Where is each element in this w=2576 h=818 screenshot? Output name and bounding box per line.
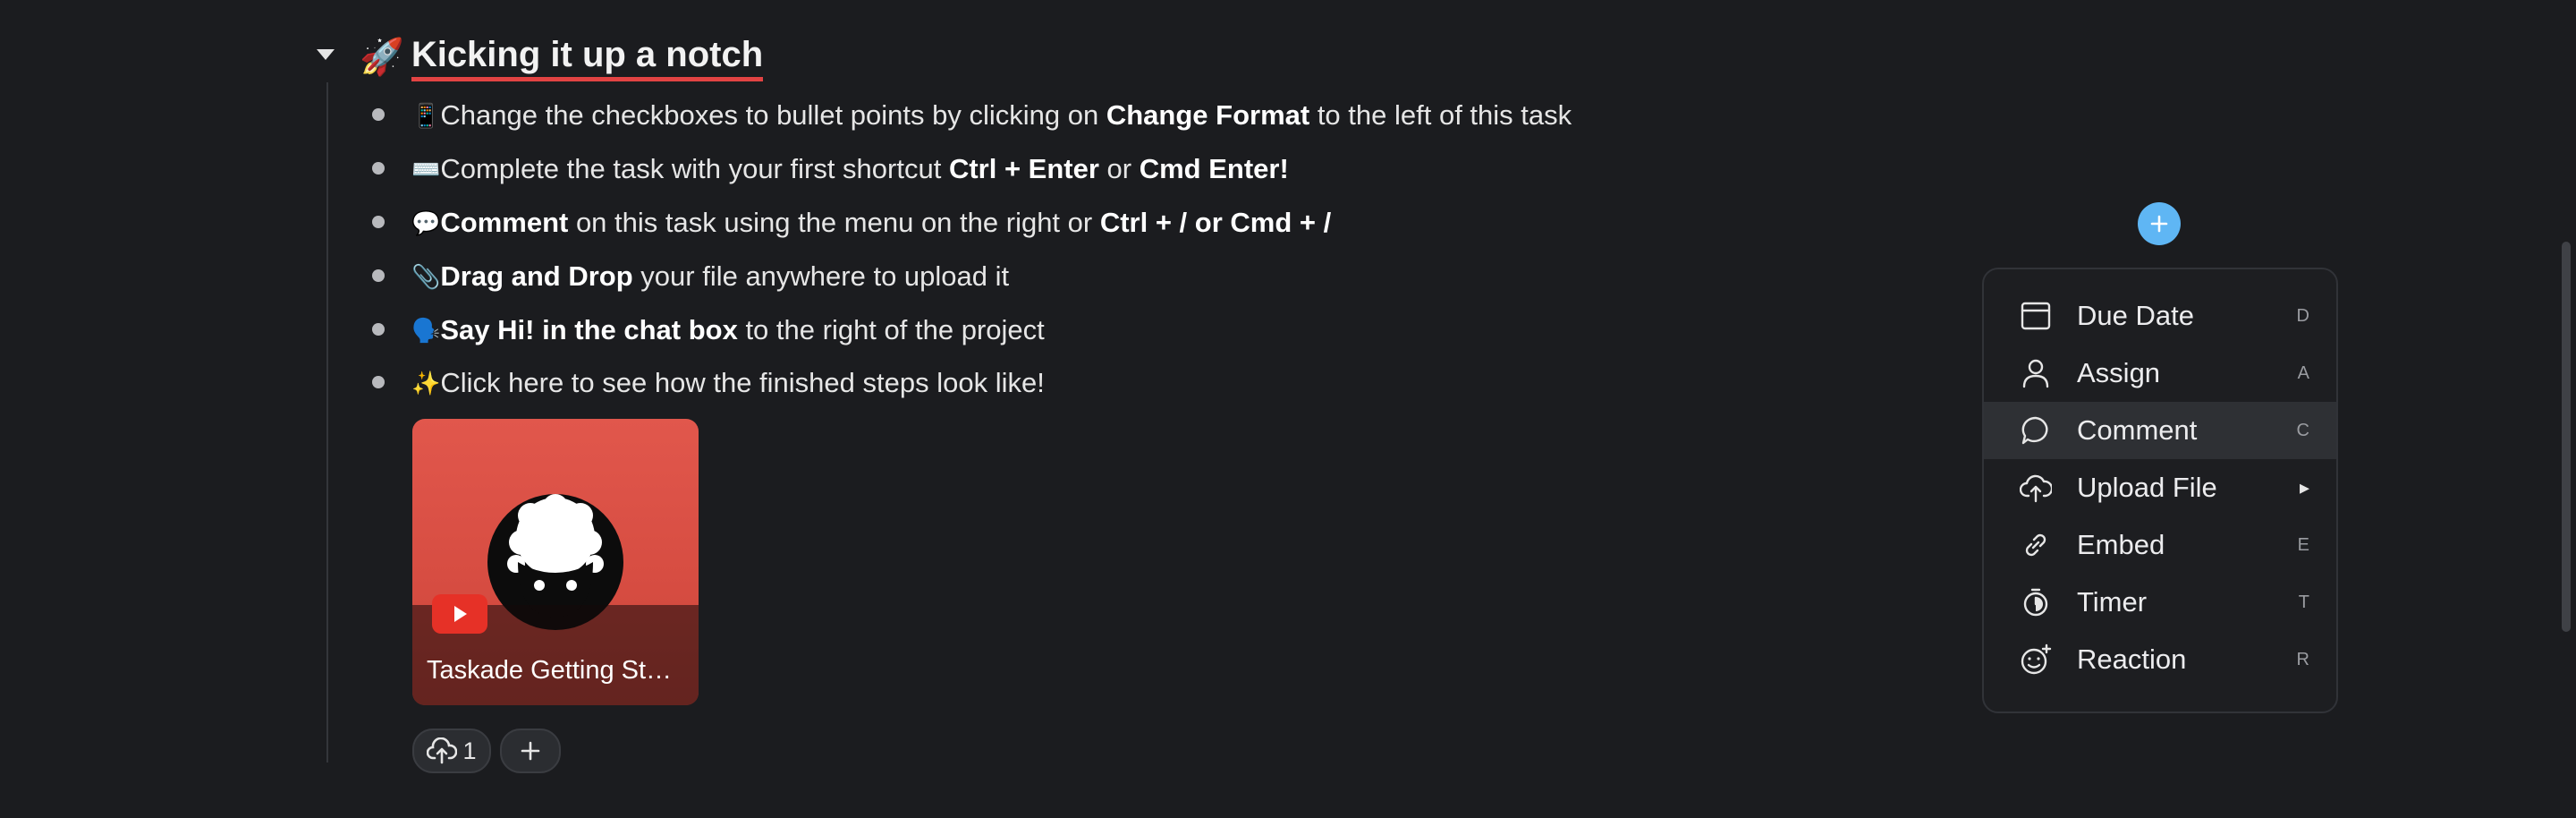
add-button[interactable] [500, 729, 561, 773]
bold-text: Change Format [1106, 99, 1310, 131]
item-emoji: 🗣️ [411, 316, 441, 344]
task-action-menu: Due Date D Assign A Comment C Upload File ▸ Embe… [1982, 268, 2338, 713]
list-item-text[interactable]: 📱 Change the checkboxes to bullet points … [411, 95, 1572, 136]
user-icon [2022, 359, 2049, 388]
upload-count: 1 [462, 737, 477, 764]
menu-item-shortcut: C [2296, 420, 2309, 440]
list-item[interactable]: 📎 Drag and Drop your file anywhere to upl… [0, 256, 1789, 297]
menu-item-comment[interactable]: Comment C [1984, 402, 2336, 459]
list-item-text[interactable]: ⌨️ Complete the task with your first shor… [411, 149, 1289, 190]
menu-item-due-date[interactable]: Due Date D [1984, 287, 2336, 345]
link-icon [2025, 533, 2046, 557]
timer-icon [2023, 588, 2048, 617]
menu-item-shortcut: E [2297, 534, 2309, 555]
menu-item-label: Comment [2077, 414, 2198, 446]
section-heading[interactable]: 🚀 Kicking it up a notch [360, 32, 764, 82]
list-item-text[interactable]: 💬 Comment on this task using the menu on … [411, 202, 1331, 243]
item-emoji: 💬 [411, 209, 441, 236]
item-emoji: ✨ [411, 369, 441, 396]
list-item[interactable]: 📱 Change the checkboxes to bullet points … [0, 95, 1789, 136]
menu-item-reaction[interactable]: Reaction R [1984, 631, 2336, 688]
video-embed-card[interactable]: Taskade Getting St… [412, 419, 699, 705]
list-item-text[interactable]: 🗣️ Say Hi! in the chat box to the right o… [411, 310, 1045, 351]
comment-icon [2021, 416, 2048, 445]
text-segment: Click here to see how the finished steps… [440, 367, 1045, 398]
bold-text: Comment [440, 207, 569, 238]
bullet-dot[interactable] [372, 269, 385, 282]
menu-item-shortcut: ▸ [2299, 476, 2309, 498]
list-item[interactable]: 💬 Comment on this task using the menu on … [0, 202, 1789, 243]
plus-icon [521, 741, 540, 761]
menu-item-label: Embed [2077, 529, 2165, 560]
menu-item-shortcut: D [2296, 305, 2309, 326]
list-item[interactable]: ⌨️ Complete the task with your first shor… [0, 149, 1789, 190]
list-item-text[interactable]: ✨ Click here to see how the finished step… [411, 362, 1045, 404]
text-segment: Complete the task with your first shortc… [440, 153, 949, 184]
bullet-dot[interactable] [372, 108, 385, 121]
menu-item-label: Assign [2077, 357, 2161, 388]
cloud-upload-icon [427, 737, 458, 764]
plus-icon [2150, 215, 2168, 233]
smile-plus-icon [2021, 643, 2052, 675]
menu-item-embed[interactable]: Embed E [1984, 516, 2336, 574]
menu-item-upload-file[interactable]: Upload File ▸ [1984, 459, 2336, 516]
menu-item-assign[interactable]: Assign A [1984, 345, 2336, 402]
cloud-upload-icon [2020, 474, 2052, 503]
item-emoji: 📎 [411, 262, 441, 290]
bold-text: Ctrl + / or Cmd + / [1099, 207, 1332, 238]
bold-text: Ctrl + Enter [948, 153, 1099, 184]
text-segment: or [1098, 153, 1140, 184]
bold-text: Say Hi! in the chat box [440, 314, 738, 345]
text-segment: Change the checkboxes to bullet points b… [440, 99, 1106, 131]
youtube-play-icon[interactable] [432, 594, 487, 634]
bullet-dot[interactable] [372, 376, 385, 388]
menu-item-shortcut: T [2298, 592, 2309, 612]
video-caption: Taskade Getting St… [427, 656, 673, 685]
list-item-text[interactable]: 📎 Drag and Drop your file anywhere to upl… [411, 256, 1009, 297]
menu-item-label: Timer [2077, 586, 2148, 618]
calendar-icon [2021, 302, 2051, 330]
text-segment: your file anywhere to upload it [632, 260, 1010, 292]
upload-count-button[interactable]: 1 [412, 729, 491, 773]
menu-item-label: Reaction [2077, 643, 2187, 675]
text-segment: on this task using the menu on the right… [568, 207, 1100, 238]
menu-item-label: Upload File [2077, 472, 2217, 503]
add-action-button[interactable] [2138, 202, 2181, 245]
menu-item-label: Due Date [2077, 300, 2194, 331]
menu-item-shortcut: A [2297, 362, 2309, 383]
bullet-dot[interactable] [372, 162, 385, 175]
collapse-caret-icon[interactable] [317, 49, 335, 60]
menu-item-shortcut: R [2296, 649, 2309, 669]
list-item[interactable]: ✨ Click here to see how the finished step… [0, 362, 1789, 404]
bullet-dot[interactable] [372, 216, 385, 228]
rocket-emoji: 🚀 [360, 38, 404, 77]
item-emoji: ⌨️ [411, 155, 441, 183]
bold-text: Cmd Enter! [1139, 153, 1289, 184]
bold-text: Drag and Drop [440, 260, 633, 292]
item-emoji: 📱 [411, 101, 441, 129]
list-item[interactable]: 🗣️ Say Hi! in the chat box to the right o… [0, 310, 1789, 351]
menu-item-timer[interactable]: Timer T [1984, 574, 2336, 631]
text-segment: to the right of the project [737, 314, 1045, 345]
text-segment: to the left of this task [1309, 99, 1572, 131]
bullet-dot[interactable] [372, 323, 385, 336]
section-title[interactable]: Kicking it up a notch [411, 33, 764, 81]
scrollbar-thumb[interactable] [2562, 242, 2571, 632]
